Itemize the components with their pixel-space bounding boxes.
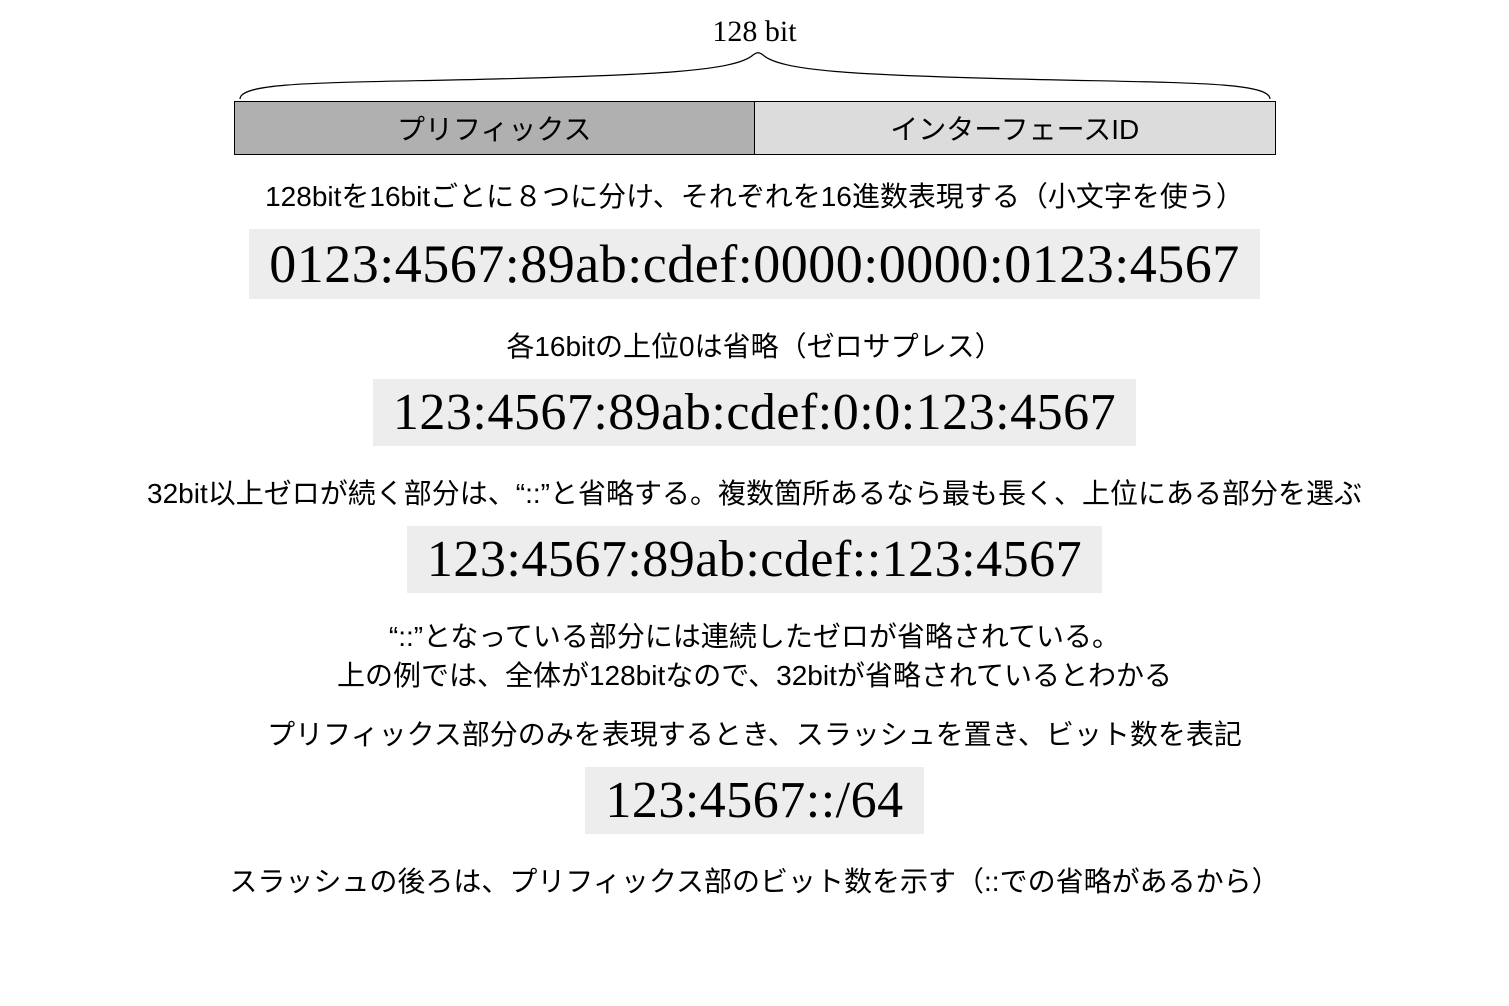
address-structure-bar: プリフィックス インターフェースID [234,101,1276,155]
step4-desc-line2: 上の例では、全体が128bitなので、32bitが省略されているとわかる [337,660,1172,691]
bit-width-label: 128 bit [712,15,796,49]
step2-description: 各16bitの上位0は省略（ゼロサプレス） [506,325,1002,365]
curly-brace-icon [235,51,1275,101]
step2-code: 123:4567:89ab:cdef:0:0:123:4567 [373,379,1136,446]
interface-id-cell: インターフェースID [755,102,1275,154]
step3-description: 32bit以上ゼロが続く部分は、“::”と省略する。複数箇所あるなら最も長く、上… [55,472,1455,512]
step4-description-c: スラッシュの後ろは、プリフィックス部のビット数を示す（::での省略があるから） [229,860,1279,900]
prefix-cell: プリフィックス [235,102,756,154]
step1-description: 128bitを16bitごとに８つに分け、それぞれを16進数表現する（小文字を使… [265,175,1244,215]
step3-code: 123:4567:89ab:cdef::123:4567 [407,526,1102,593]
step4-code: 123:4567::/64 [585,767,923,834]
step4-description-a: “::”となっている部分には連続したゼロが省略されている。 上の例では、全体が1… [337,617,1172,695]
step4-desc-line1: “::”となっている部分には連続したゼロが省略されている。 [389,621,1120,652]
step1-code: 0123:4567:89ab:cdef:0000:0000:0123:4567 [249,229,1259,299]
step4-description-b: プリフィックス部分のみを表現するとき、スラッシュを置き、ビット数を表記 [267,713,1242,753]
